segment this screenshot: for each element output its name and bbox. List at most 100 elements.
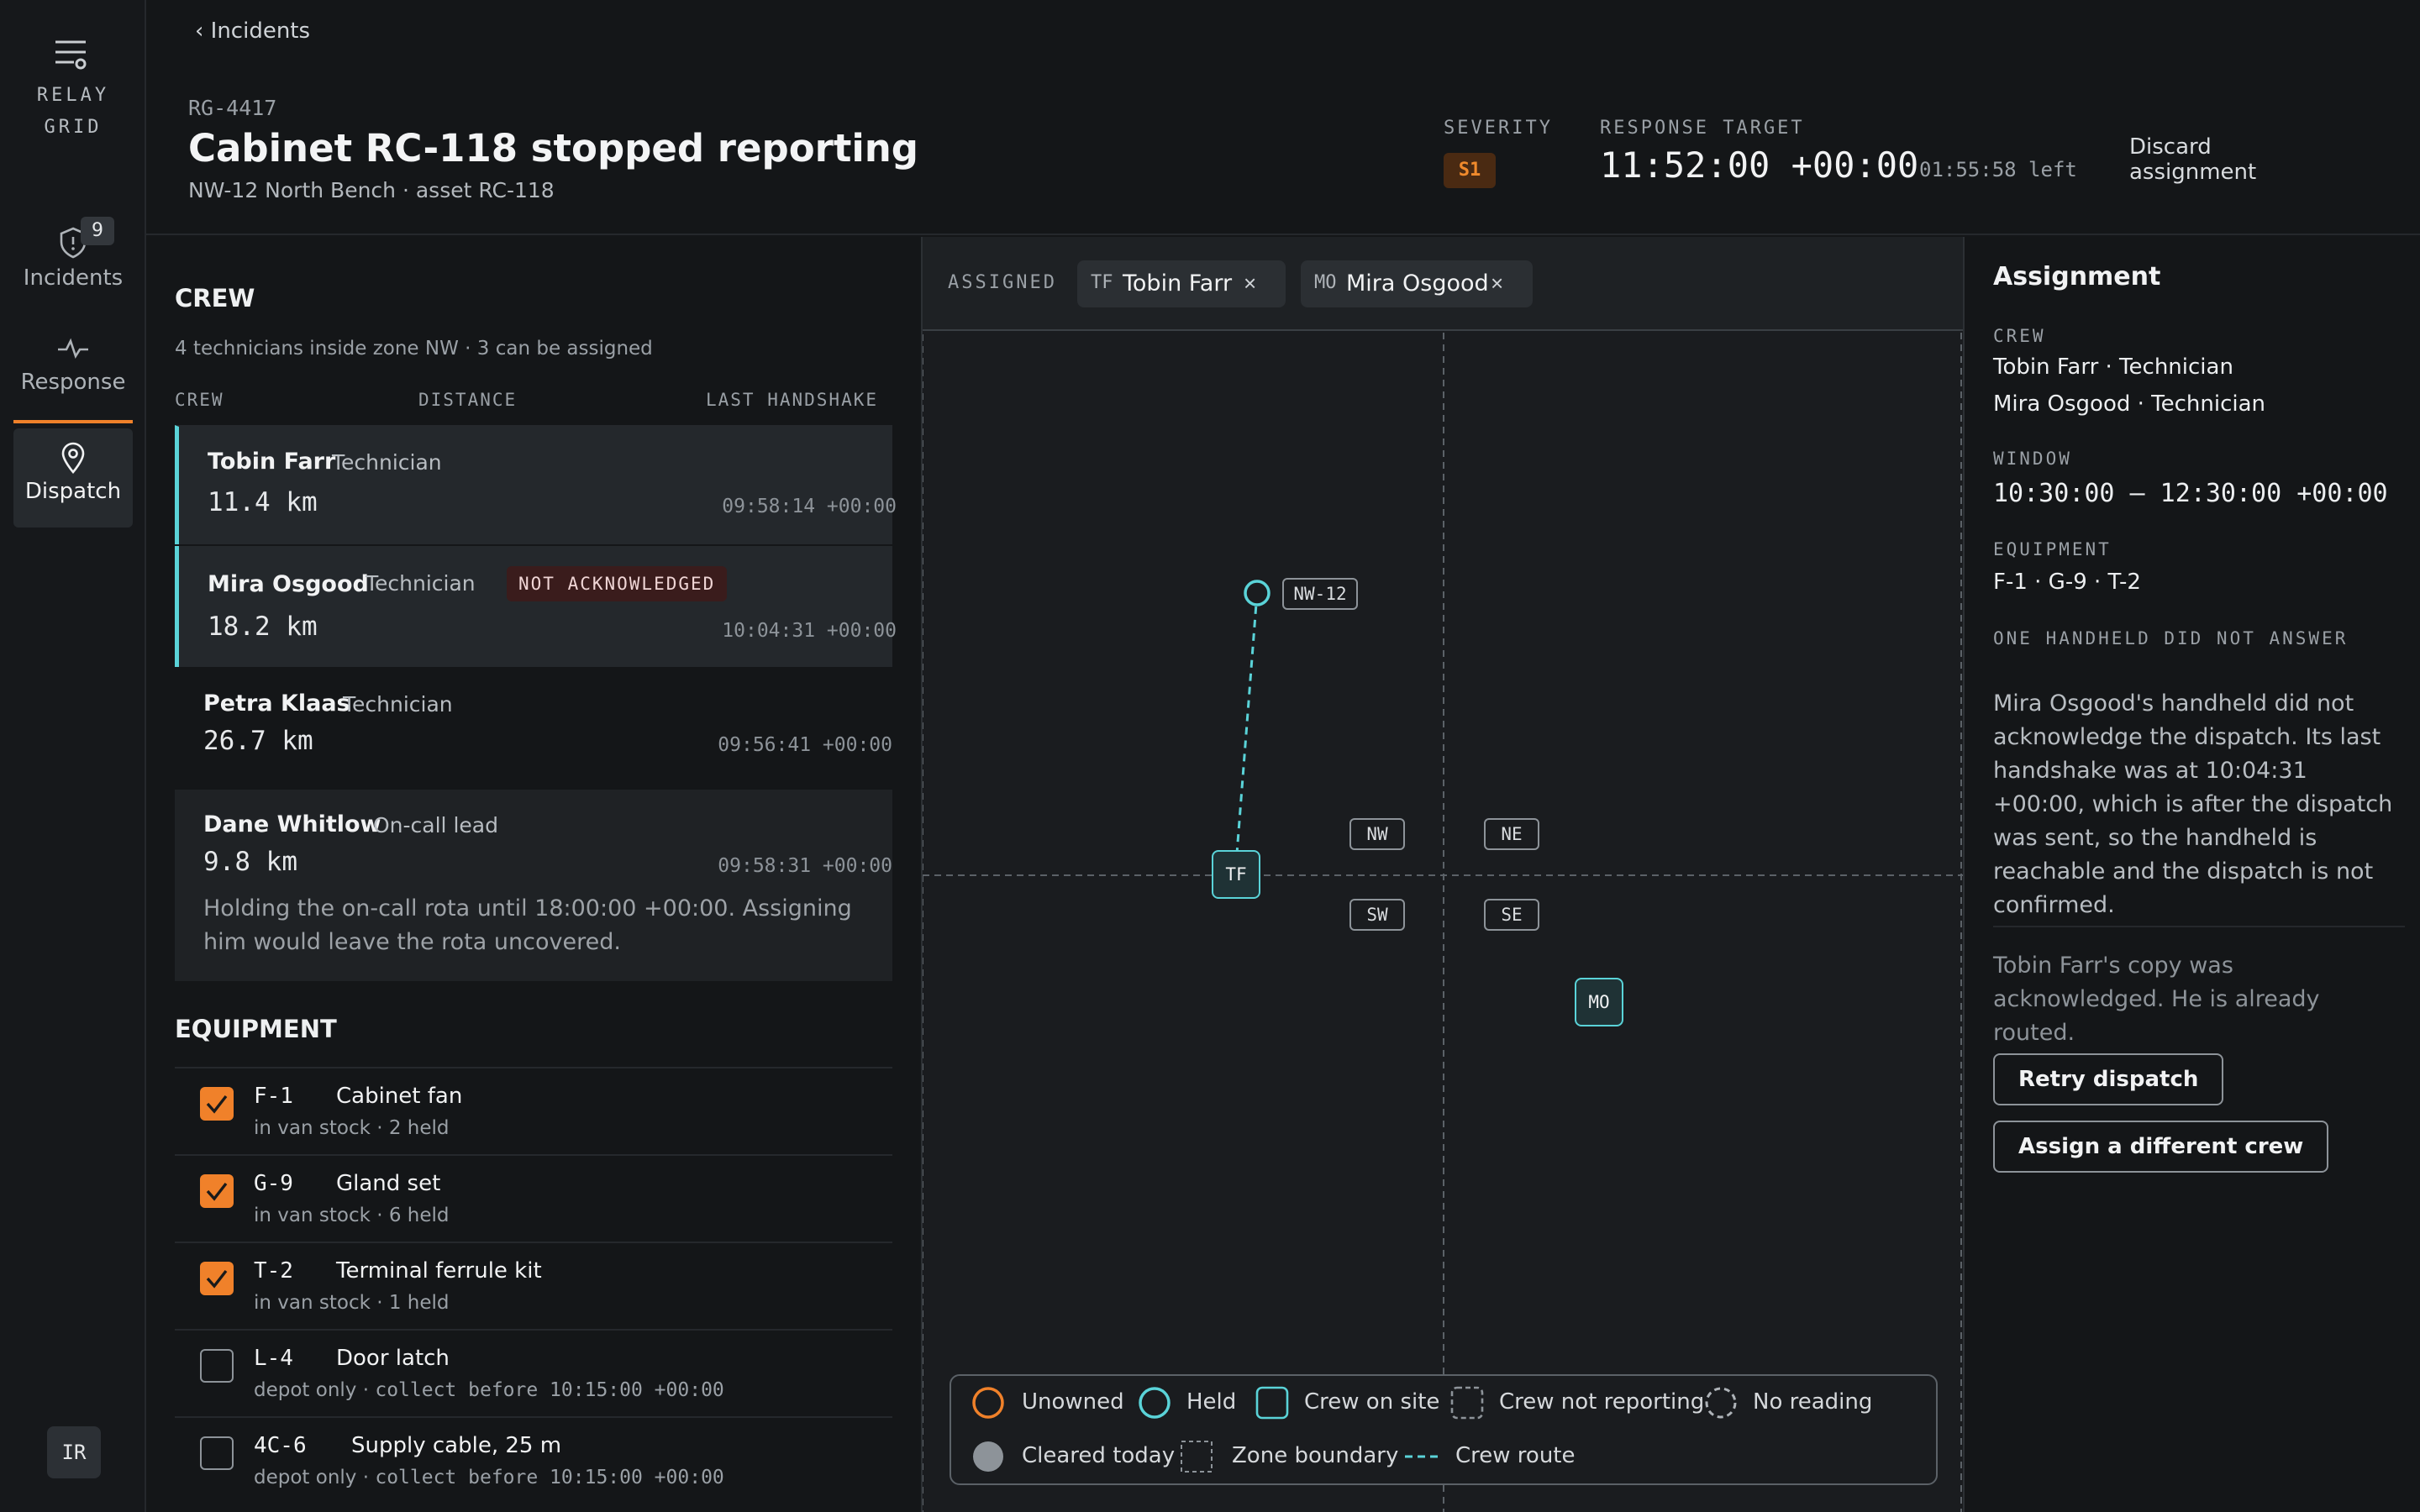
equipment-code: F-1 — [254, 1084, 293, 1109]
checkbox-checked[interactable] — [200, 1262, 234, 1295]
chip-name: Mira Osgood — [1346, 270, 1489, 297]
crew-role: On-call lead — [373, 813, 498, 837]
crew-handshake: 09:58:14 +00:00 — [722, 496, 897, 517]
user-avatar[interactable]: IR — [47, 1426, 101, 1478]
retry-dispatch-button[interactable]: Retry dispatch — [1993, 1053, 2224, 1105]
equipment-name: Gland set — [336, 1171, 441, 1196]
column-header-crew: CREW — [175, 390, 224, 410]
checkbox-unchecked[interactable] — [200, 1349, 234, 1383]
nav-rail: RELAY GRID Incidents 9 Response Dispatch… — [0, 0, 146, 1512]
legend-unowned: Unowned — [1022, 1389, 1124, 1415]
equipment-item[interactable]: T-2 Terminal ferrule kit in van stock · … — [175, 1242, 892, 1329]
crew-heading: CREW — [175, 284, 255, 312]
crew-marker-tf[interactable]: TF — [1212, 850, 1260, 899]
incident-id: RG-4417 — [188, 96, 277, 120]
crew-route-icon — [1405, 1455, 1442, 1458]
assignment-panel: Assignment CREW Tobin Farr · Technician … — [1965, 237, 2420, 1512]
discard-assignment-button[interactable]: Discard assignment — [2129, 134, 2297, 185]
equipment-name: Terminal ferrule kit — [336, 1258, 542, 1284]
column-header-last-handshake: LAST HANDSHAKE — [706, 390, 879, 410]
check-icon — [206, 1095, 228, 1114]
crew-row: Dane Whitlow On-call lead 9.8 km 09:58:3… — [175, 790, 892, 981]
assigned-bar: ASSIGNED TF Tobin Farr × MO Mira Osgood … — [923, 237, 1963, 331]
equipment-item[interactable]: F-1 Cabinet fan in van stock · 2 held — [175, 1067, 892, 1154]
equipment-item[interactable]: L-4 Door latch depot only · collect befo… — [175, 1329, 892, 1416]
equipment-heading: EQUIPMENT — [175, 1015, 337, 1043]
zone-label-nw: NW — [1349, 818, 1405, 850]
assigned-crew-2: Mira Osgood · Technician — [1993, 391, 2266, 417]
site-label: NW-12 — [1282, 578, 1358, 610]
equipment-code: 4C-6 — [254, 1433, 307, 1458]
equipment-name: Cabinet fan — [336, 1084, 463, 1109]
response-target-label: RESPONSE TARGET — [1600, 118, 1805, 139]
back-to-incidents-link[interactable]: ‹ Incidents — [195, 18, 310, 44]
equipment-code: G-9 — [254, 1171, 293, 1196]
crew-distance: 11.4 km — [208, 487, 318, 517]
equipment-code: L-4 — [254, 1346, 293, 1371]
severity-badge: S1 — [1444, 153, 1496, 188]
equipment-item[interactable]: G-9 Gland set in van stock · 6 held — [175, 1154, 892, 1242]
nav-label-response: Response — [20, 370, 126, 395]
check-icon — [206, 1182, 228, 1201]
equipment-name: Door latch — [336, 1346, 450, 1371]
checkbox-checked[interactable] — [200, 1174, 234, 1208]
no-reading-icon — [1705, 1387, 1737, 1419]
acknowledged-note: Tobin Farr's copy was acknowledged. He i… — [1993, 953, 2320, 1046]
brand-name-line2: GRID — [44, 117, 103, 138]
dispatch-map[interactable]: ASSIGNED TF Tobin Farr × MO Mira Osgood … — [921, 237, 1965, 1512]
cleared-today-icon — [973, 1441, 1003, 1472]
legend-crew-on-site: Crew on site — [1304, 1389, 1440, 1415]
pulse-icon — [58, 338, 88, 360]
severity-label: SEVERITY — [1444, 118, 1553, 139]
crew-panel: CREW 4 technicians inside zone NW · 3 ca… — [146, 237, 921, 1512]
incidents-count-badge: 9 — [81, 217, 114, 245]
checkbox-unchecked[interactable] — [200, 1436, 234, 1470]
crew-marker-mo[interactable]: MO — [1575, 978, 1623, 1026]
crew-role: Technician — [366, 571, 476, 596]
assigned-equipment: F-1 · G-9 · T-2 — [1993, 570, 2141, 595]
response-target-time: 11:52:00 +00:00 — [1600, 144, 1919, 186]
legend-zone-boundary: Zone boundary — [1232, 1443, 1399, 1468]
legend-crew-route: Crew route — [1455, 1443, 1576, 1468]
nav-item-response[interactable]: Response — [13, 323, 133, 423]
not-acknowledged-badge: NOT ACKNOWLEDGED — [507, 566, 728, 601]
remove-mira-osgood-button[interactable]: × — [1491, 270, 1503, 297]
zone-label-sw: SW — [1349, 899, 1405, 931]
crew-row[interactable]: Tobin Farr Technician 11.4 km 09:58:14 +… — [175, 425, 897, 544]
crew-on-site-icon — [1255, 1386, 1289, 1420]
equipment-code: T-2 — [254, 1258, 293, 1284]
equipment-name: Supply cable, 25 m — [351, 1433, 562, 1458]
crew-row[interactable]: Petra Klaas Technician 26.7 km 09:56:41 … — [175, 669, 892, 783]
crew-handshake: 10:04:31 +00:00 — [722, 620, 897, 642]
menu-settings-icon[interactable] — [54, 39, 89, 71]
crew-name: Tobin Farr — [208, 449, 336, 475]
crew-note: Holding the on-call rota until 18:00:00 … — [203, 895, 852, 955]
nav-item-dispatch[interactable]: Dispatch — [13, 428, 133, 528]
equipment-item[interactable]: 4C-6 Supply cable, 25 m depot only · col… — [175, 1416, 892, 1504]
equipment-stock: in van stock · 2 held — [254, 1117, 450, 1139]
equipment-stock: in van stock · 6 held — [254, 1205, 450, 1226]
assigned-chip-tobin-farr: TF Tobin Farr × — [1077, 260, 1286, 307]
unowned-icon — [972, 1387, 1004, 1419]
check-icon — [206, 1269, 228, 1289]
held-icon — [1139, 1387, 1171, 1419]
crew-role: Technician — [343, 692, 453, 717]
crew-distance: 9.8 km — [203, 847, 297, 877]
crew-route-line — [1235, 592, 1259, 854]
equipment-stock: depot only · collect before 10:15:00 +00… — [254, 1467, 724, 1488]
crew-name: Mira Osgood — [208, 571, 369, 597]
legend-held: Held — [1186, 1389, 1237, 1415]
checkbox-checked[interactable] — [200, 1087, 234, 1121]
assign-different-crew-button[interactable]: Assign a different crew — [1993, 1121, 2329, 1173]
remove-tobin-farr-button[interactable]: × — [1244, 270, 1256, 297]
assignment-window: 10:30:00 – 12:30:00 +00:00 — [1993, 479, 2388, 508]
equipment-caption: EQUIPMENT — [1993, 539, 2112, 559]
window-caption: WINDOW — [1993, 449, 2072, 469]
equipment-stock: in van stock · 1 held — [254, 1292, 450, 1314]
incident-header: ‹ Incidents RG-4417 Cabinet RC-118 stopp… — [146, 0, 2420, 235]
legend-crew-not-reporting: Crew not reporting — [1499, 1389, 1705, 1415]
nav-item-incidents[interactable]: Incidents — [13, 215, 133, 316]
crew-row[interactable]: Mira Osgood Technician NOT ACKNOWLEDGED … — [175, 546, 897, 667]
column-header-distance: DISTANCE — [418, 390, 518, 410]
crew-handshake: 09:58:31 +00:00 — [718, 855, 892, 877]
